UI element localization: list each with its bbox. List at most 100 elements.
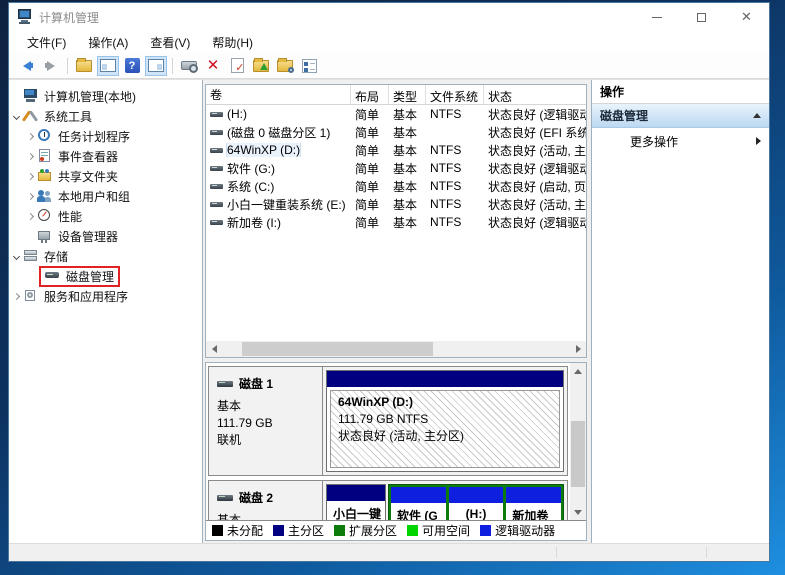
volume-icon xyxy=(210,148,223,153)
performance-icon xyxy=(37,208,53,224)
collapse-icon[interactable] xyxy=(753,113,761,118)
submenu-arrow-icon xyxy=(756,137,761,145)
chevron-down-icon[interactable] xyxy=(9,114,23,119)
table-row[interactable]: 系统 (C:) 简单 基本 NTFS 状态良好 (启动, 页 xyxy=(206,177,586,195)
tools-icon xyxy=(23,108,39,124)
volume-icon xyxy=(210,202,223,207)
folder-up-icon[interactable] xyxy=(250,56,272,76)
properties-check-icon[interactable]: ✓ xyxy=(226,56,248,76)
volume-list-panel: 卷 布局 类型 文件系统 状态 (H:) 简单 基本 NTFS 状态良好 (逻辑… xyxy=(205,84,587,358)
disk-2-label[interactable]: 磁盘 2 基本 xyxy=(209,481,323,520)
tree-item-computer-management[interactable]: 计算机管理(本地) xyxy=(9,86,202,106)
partition-ruanjian[interactable]: 软件 (G xyxy=(391,487,446,520)
folder-icon[interactable] xyxy=(73,56,95,76)
tree-item-device-manager[interactable]: 设备管理器 xyxy=(9,226,202,246)
column-header-filesystem[interactable]: 文件系统 xyxy=(426,85,484,104)
disk-1-type: 基本 xyxy=(217,398,316,415)
column-header-layout[interactable]: 布局 xyxy=(351,85,389,104)
volume-icon xyxy=(210,130,223,135)
partition-xinjiajuan[interactable]: 新加卷 xyxy=(506,487,561,520)
desktop: { "window": { "title": "计算机管理" }, "menu"… xyxy=(0,0,785,575)
tree-item-disk-management[interactable]: 磁盘管理 xyxy=(9,266,202,286)
volume-icon xyxy=(210,112,223,117)
chevron-right-icon[interactable] xyxy=(23,174,37,179)
tree-item-storage[interactable]: 存储 xyxy=(9,246,202,266)
action-pane-toggle-icon[interactable] xyxy=(145,56,167,76)
console-tree-toggle-icon[interactable] xyxy=(97,56,119,76)
horizontal-scrollbar[interactable] xyxy=(206,341,586,357)
logical-drive-band xyxy=(391,487,446,503)
storage-icon xyxy=(23,248,39,264)
tree-item-task-scheduler[interactable]: 任务计划程序 xyxy=(9,126,202,146)
chevron-down-icon[interactable] xyxy=(9,254,23,259)
console-tree: 计算机管理(本地) 系统工具 任务计划程序 事件查看器 共享文件夹 xyxy=(9,80,203,543)
legend-item: 可用空间 xyxy=(407,522,470,539)
legend-swatch xyxy=(334,525,345,536)
table-row[interactable]: 新加卷 (I:) 简单 基本 NTFS 状态良好 (逻辑驱动 xyxy=(206,213,586,231)
disk-icon xyxy=(45,268,61,284)
device-tool-icon[interactable] xyxy=(178,56,200,76)
tree-item-event-viewer[interactable]: 事件查看器 xyxy=(9,146,202,166)
chevron-right-icon[interactable] xyxy=(23,134,37,139)
computer-management-window: 计算机管理 ✕ 文件(F) 操作(A) 查看(V) 帮助(H) ? ✕ ✓ xyxy=(8,2,770,562)
minimize-button[interactable] xyxy=(634,3,679,31)
more-actions-item[interactable]: 更多操作 xyxy=(592,128,769,154)
maximize-button[interactable] xyxy=(679,3,724,31)
chevron-right-icon[interactable] xyxy=(9,294,23,299)
chevron-right-icon[interactable] xyxy=(23,194,37,199)
scroll-up-icon[interactable] xyxy=(570,363,586,379)
table-row[interactable]: 64WinXP (D:) 简单 基本 NTFS 状态良好 (活动, 主 xyxy=(206,141,586,159)
scroll-left-icon[interactable] xyxy=(206,341,222,357)
disk-icon xyxy=(217,381,233,387)
disk-1-label[interactable]: 磁盘 1 基本 111.79 GB 联机 xyxy=(209,367,323,475)
chevron-right-icon[interactable] xyxy=(23,214,37,219)
column-header-status[interactable]: 状态 xyxy=(484,85,586,104)
chevron-right-icon[interactable] xyxy=(23,154,37,159)
back-icon[interactable] xyxy=(16,56,38,76)
menu-view[interactable]: 查看(V) xyxy=(142,32,198,53)
clock-icon xyxy=(37,128,53,144)
help-icon[interactable]: ? xyxy=(121,56,143,76)
scrollbar-thumb[interactable] xyxy=(242,342,433,356)
checklist-icon[interactable] xyxy=(298,56,320,76)
table-row[interactable]: (磁盘 0 磁盘分区 1) 简单 基本 状态良好 (EFI 系统 xyxy=(206,123,586,141)
scroll-down-icon[interactable] xyxy=(570,504,586,520)
disk-list: 磁盘 1 基本 111.79 GB 联机 64WinXP (D:) xyxy=(206,363,570,520)
menu-action[interactable]: 操作(A) xyxy=(80,32,136,53)
services-icon xyxy=(23,288,39,304)
table-row[interactable]: 小白一键重装系统 (E:) 简单 基本 NTFS 状态良好 (活动, 主 xyxy=(206,195,586,213)
device-manager-icon xyxy=(37,228,53,244)
tree-item-system-tools[interactable]: 系统工具 xyxy=(9,106,202,126)
menu-help[interactable]: 帮助(H) xyxy=(204,32,261,53)
tree-item-local-users-groups[interactable]: 本地用户和组 xyxy=(9,186,202,206)
tree-item-performance[interactable]: 性能 xyxy=(9,206,202,226)
partition-xiaobai[interactable]: 小白一键 xyxy=(326,484,386,520)
disk-1-state: 联机 xyxy=(217,432,316,449)
partition-h[interactable]: (H:) xyxy=(449,487,504,520)
tree-item-shared-folders[interactable]: 共享文件夹 xyxy=(9,166,202,186)
volume-icon xyxy=(210,184,223,189)
scroll-right-icon[interactable] xyxy=(570,341,586,357)
partition-64winxp[interactable]: 64WinXP (D:) 111.79 GB NTFS 状态良好 (活动, 主分… xyxy=(326,370,564,472)
table-row[interactable]: 软件 (G:) 简单 基本 NTFS 状态良好 (逻辑驱动 xyxy=(206,159,586,177)
window-title: 计算机管理 xyxy=(39,9,99,26)
forward-icon[interactable] xyxy=(40,56,62,76)
folder-search-icon[interactable] xyxy=(274,56,296,76)
close-button[interactable]: ✕ xyxy=(724,3,769,31)
legend-item: 未分配 xyxy=(212,522,263,539)
extended-partition: 软件 (G (H:) 新加卷 xyxy=(388,484,564,520)
legend-item: 扩展分区 xyxy=(334,522,397,539)
column-header-type[interactable]: 类型 xyxy=(389,85,426,104)
scrollbar-thumb[interactable] xyxy=(571,421,585,487)
vertical-scrollbar[interactable] xyxy=(570,363,586,520)
legend-swatch xyxy=(212,525,223,536)
column-header-volume[interactable]: 卷 xyxy=(206,85,351,104)
actions-section-disk-management[interactable]: 磁盘管理 xyxy=(592,104,769,128)
table-row[interactable]: (H:) 简单 基本 NTFS 状态良好 (逻辑驱动 xyxy=(206,105,586,123)
tree-item-services-applications[interactable]: 服务和应用程序 xyxy=(9,286,202,306)
menu-bar: 文件(F) 操作(A) 查看(V) 帮助(H) xyxy=(9,31,769,53)
menu-file[interactable]: 文件(F) xyxy=(19,32,74,53)
volume-list-header: 卷 布局 类型 文件系统 状态 xyxy=(206,85,586,105)
delete-icon[interactable]: ✕ xyxy=(202,56,224,76)
computer-icon xyxy=(23,88,39,104)
